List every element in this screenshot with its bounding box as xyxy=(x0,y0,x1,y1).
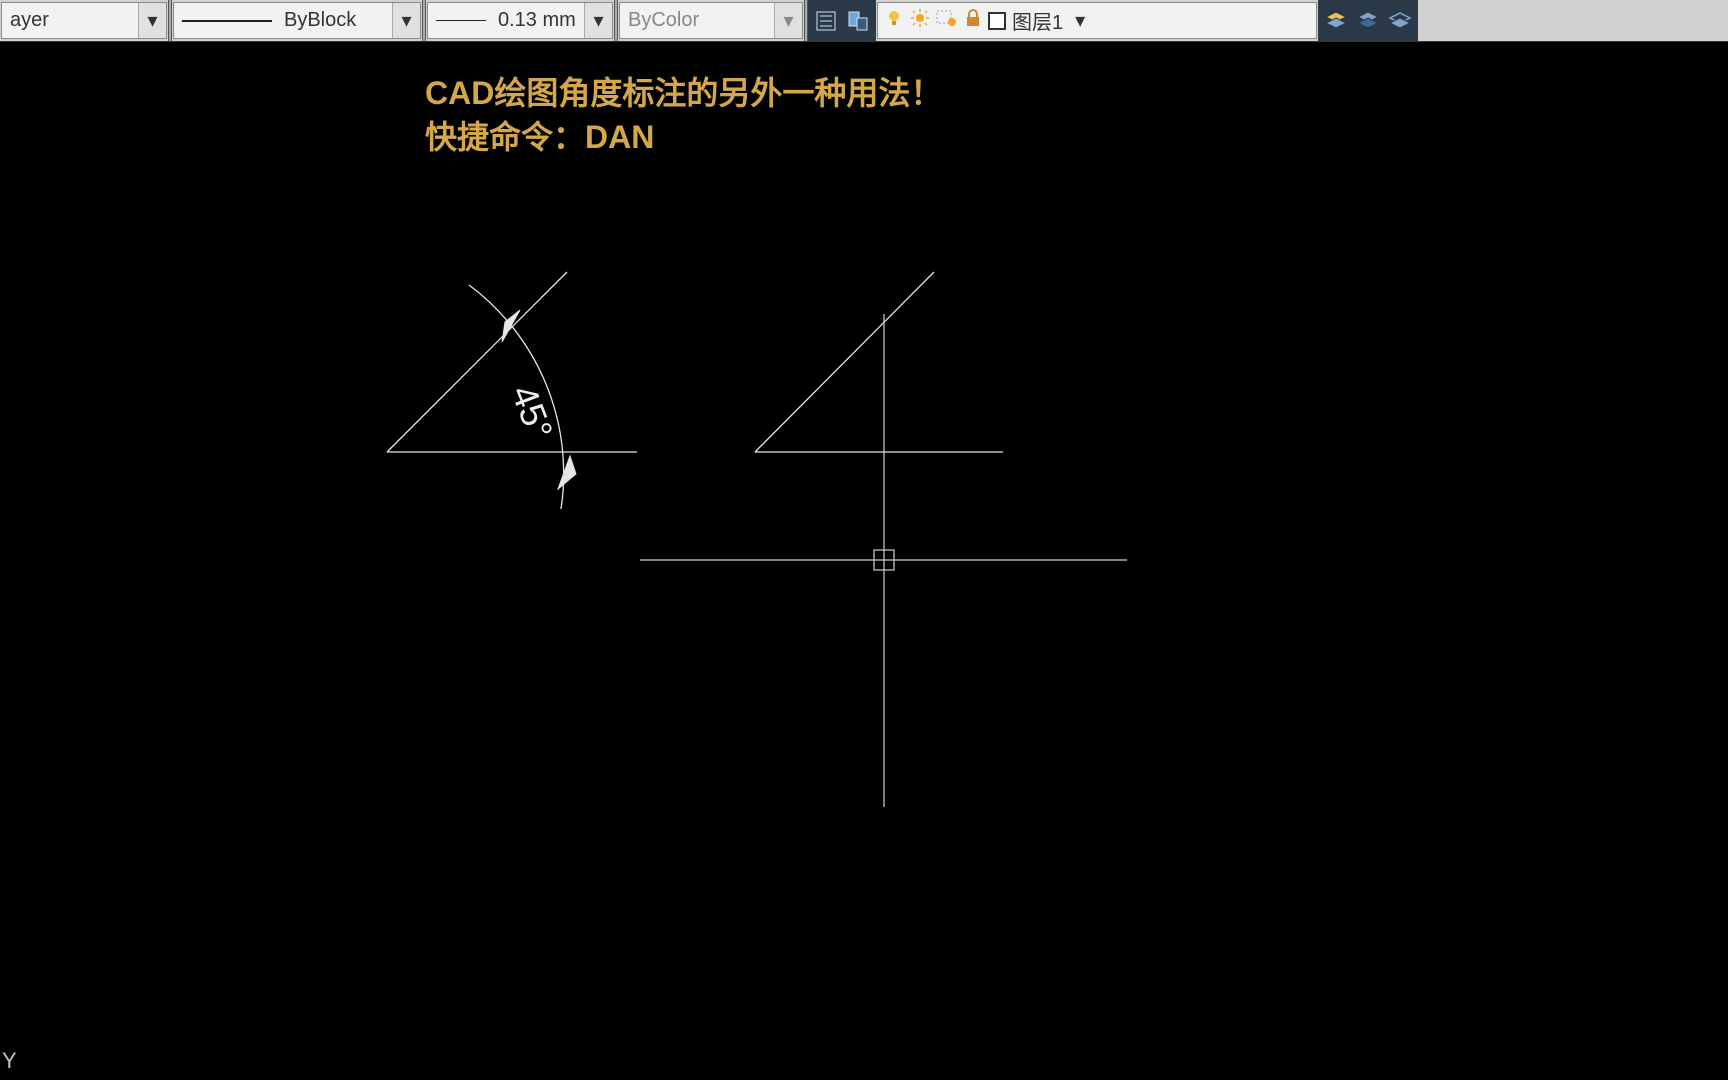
layer-tools-group xyxy=(1318,0,1418,41)
chevron-down-icon: ▾ xyxy=(392,3,420,38)
main-toolbar: ayer ▾ ByBlock ▾ 0.13 mm ▾ ByColor ▾ xyxy=(0,0,1728,42)
chevron-down-icon: ▾ xyxy=(138,3,166,38)
list-icon[interactable] xyxy=(810,3,842,39)
linetype-dropdown[interactable]: ByBlock ▾ xyxy=(173,2,421,39)
lineweight-label: 0.13 mm xyxy=(498,9,576,32)
plotstyle-dropdown[interactable]: ByColor ▾ xyxy=(619,2,803,39)
cad-drawing xyxy=(0,42,1728,1080)
viewport-freeze-icon xyxy=(936,8,958,34)
layer-select-label: ayer xyxy=(10,9,49,32)
toolbar-divider xyxy=(168,0,172,41)
layers-stack-icon[interactable] xyxy=(1320,3,1352,39)
lineweight-preview xyxy=(436,20,486,21)
properties-icon[interactable] xyxy=(842,3,874,39)
toolbar-divider xyxy=(614,0,618,41)
drawing-canvas[interactable]: CAD绘图角度标注的另外一种用法！ 快捷命令：DAN 45° Y xyxy=(0,42,1728,1080)
ucs-y-axis-label: Y xyxy=(2,1048,17,1074)
bulb-icon xyxy=(884,8,904,34)
sun-icon xyxy=(910,8,930,34)
chevron-down-icon: ▾ xyxy=(774,3,802,38)
lineweight-dropdown[interactable]: 0.13 mm ▾ xyxy=(427,2,613,39)
toolbar-divider xyxy=(422,0,426,41)
layer-iso-icon[interactable] xyxy=(1384,3,1416,39)
current-layer-dropdown[interactable]: 图层1 ▾ xyxy=(877,2,1317,39)
linetype-label: ByBlock xyxy=(284,9,356,32)
plotstyle-label: ByColor xyxy=(628,9,699,32)
layer-select-dropdown[interactable]: ayer ▾ xyxy=(1,2,167,39)
current-layer-name: 图层1 xyxy=(1012,6,1063,35)
chevron-down-icon: ▾ xyxy=(1075,8,1085,33)
panel-icons-group xyxy=(808,0,876,41)
linetype-preview xyxy=(182,20,272,22)
lock-icon xyxy=(964,8,982,34)
layer-state-icon[interactable] xyxy=(1352,3,1384,39)
chevron-down-icon: ▾ xyxy=(584,3,612,38)
layer-color-swatch xyxy=(988,12,1006,30)
